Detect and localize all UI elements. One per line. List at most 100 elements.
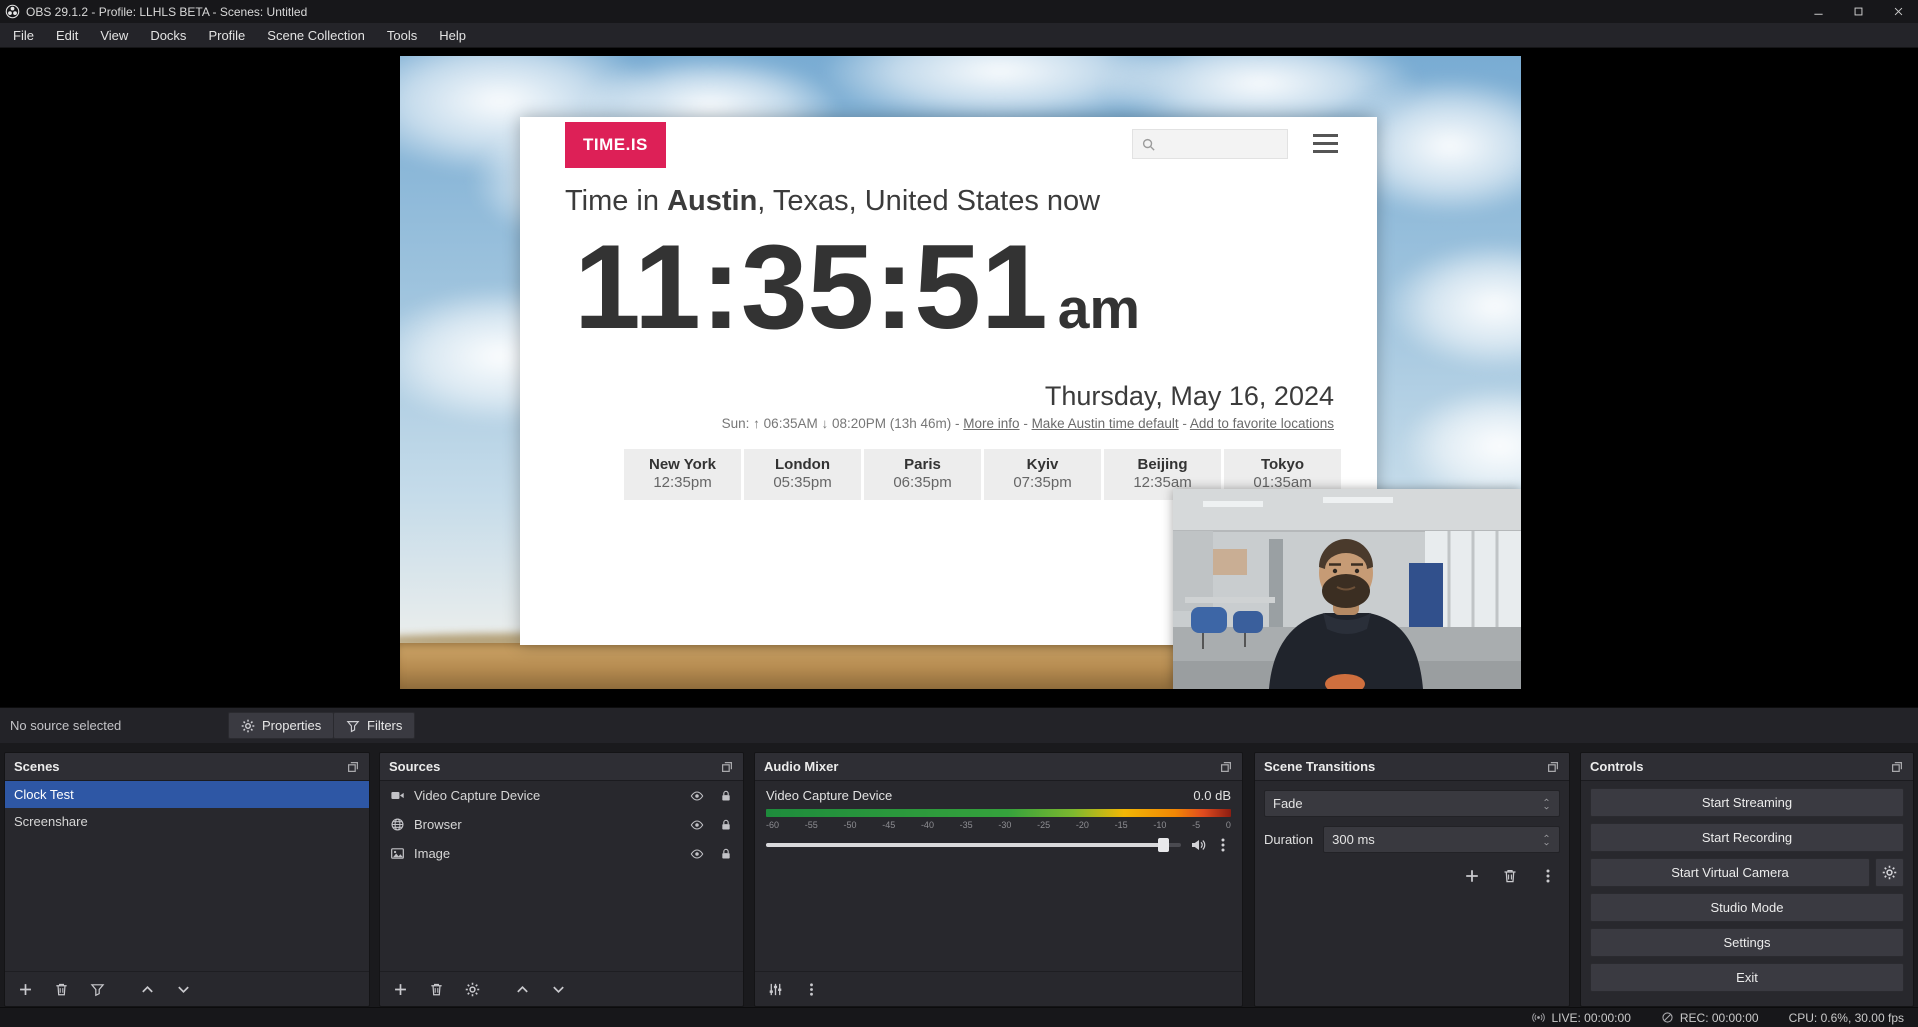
- sources-toolbar: [380, 971, 743, 1006]
- mixer-kebab-icon[interactable]: [1215, 837, 1231, 853]
- kebab-icon: [1540, 868, 1556, 884]
- popout-icon[interactable]: [1219, 760, 1233, 774]
- lock-icon[interactable]: [719, 847, 733, 861]
- window-controls: [1798, 0, 1918, 23]
- trash-icon: [429, 982, 444, 997]
- transition-select[interactable]: Fade: [1264, 790, 1560, 817]
- duration-spinbox[interactable]: 300 ms: [1323, 826, 1560, 853]
- popout-icon[interactable]: [720, 760, 734, 774]
- popout-icon[interactable]: [1546, 760, 1560, 774]
- advanced-audio-button[interactable]: [765, 979, 785, 999]
- webcam-overlay[interactable]: [1173, 489, 1521, 689]
- menu-docks[interactable]: Docks: [139, 23, 197, 47]
- trash-icon: [1502, 868, 1518, 884]
- source-properties-button[interactable]: [462, 979, 482, 999]
- maximize-icon: [1853, 6, 1864, 17]
- maximize-button[interactable]: [1838, 0, 1878, 23]
- remove-scene-button[interactable]: [51, 979, 71, 999]
- start-streaming-button[interactable]: Start Streaming: [1590, 788, 1904, 817]
- mixer-sliders-icon: [768, 982, 783, 997]
- eye-icon[interactable]: [690, 789, 704, 803]
- transitions-panel-header[interactable]: Scene Transitions: [1255, 753, 1569, 781]
- spin-up-button[interactable]: [1542, 833, 1551, 839]
- volume-slider[interactable]: [766, 843, 1181, 847]
- move-source-down-button[interactable]: [548, 979, 568, 999]
- plus-icon: [1464, 868, 1480, 884]
- move-source-up-button[interactable]: [512, 979, 532, 999]
- window-titlebar[interactable]: OBS 29.1.2 - Profile: LLHLS BETA - Scene…: [0, 0, 1918, 23]
- start-virtual-camera-button[interactable]: Start Virtual Camera: [1590, 858, 1870, 887]
- mixer-source-name: Video Capture Device: [766, 788, 892, 803]
- scenes-panel-header[interactable]: Scenes: [5, 753, 369, 781]
- menu-help[interactable]: Help: [428, 23, 477, 47]
- gear-icon: [241, 719, 255, 733]
- scenes-panel: Scenes Clock Test Screenshare: [4, 752, 370, 1007]
- popout-icon[interactable]: [1890, 760, 1904, 774]
- volume-slider-handle[interactable]: [1158, 838, 1169, 852]
- scenes-toolbar: [5, 971, 369, 1006]
- rec-status: REC: 00:00:00: [1661, 1011, 1759, 1025]
- studio-mode-button[interactable]: Studio Mode: [1590, 893, 1904, 922]
- mixer-channel: Video Capture Device 0.0 dB -60-55-50-45…: [755, 781, 1242, 860]
- menu-file[interactable]: File: [2, 23, 45, 47]
- speaker-icon[interactable]: [1190, 837, 1206, 853]
- spin-down-button[interactable]: [1542, 841, 1551, 847]
- chevron-down-icon: [176, 982, 191, 997]
- hamburger-menu-icon: [1313, 134, 1338, 153]
- volume-slider-fill: [766, 843, 1164, 847]
- source-item-image[interactable]: Image: [380, 839, 743, 868]
- minimize-icon: [1813, 6, 1824, 17]
- eye-icon[interactable]: [690, 847, 704, 861]
- source-item-browser[interactable]: Browser: [380, 810, 743, 839]
- remove-transition-button[interactable]: [1500, 866, 1520, 886]
- source-item-video-capture[interactable]: Video Capture Device: [380, 781, 743, 810]
- popout-icon[interactable]: [346, 760, 360, 774]
- window-title: OBS 29.1.2 - Profile: LLHLS BETA - Scene…: [26, 5, 307, 19]
- timeis-clock-time: 11:35:51: [574, 211, 1048, 365]
- menu-scene-collection[interactable]: Scene Collection: [256, 23, 376, 47]
- sources-list: Video Capture Device Browser Image: [380, 781, 743, 971]
- audio-mixer-title: Audio Mixer: [764, 759, 838, 774]
- sources-panel-header[interactable]: Sources: [380, 753, 743, 781]
- exit-button[interactable]: Exit: [1590, 963, 1904, 992]
- eye-icon[interactable]: [690, 818, 704, 832]
- virtual-camera-config-button[interactable]: [1875, 858, 1904, 887]
- timeis-add-favorite-link: Add to favorite locations: [1190, 416, 1334, 431]
- start-recording-button[interactable]: Start Recording: [1590, 823, 1904, 852]
- filters-button[interactable]: Filters: [333, 712, 415, 739]
- lock-icon[interactable]: [719, 818, 733, 832]
- move-scene-up-button[interactable]: [137, 979, 157, 999]
- close-button[interactable]: [1878, 0, 1918, 23]
- mixer-menu-button[interactable]: [801, 979, 821, 999]
- add-scene-button[interactable]: [15, 979, 35, 999]
- lock-icon[interactable]: [719, 789, 733, 803]
- globe-icon: [390, 817, 405, 832]
- menu-profile[interactable]: Profile: [197, 23, 256, 47]
- menu-edit[interactable]: Edit: [45, 23, 89, 47]
- record-inactive-icon: [1661, 1011, 1674, 1024]
- plus-icon: [18, 982, 33, 997]
- scene-item-clock-test[interactable]: Clock Test: [5, 781, 369, 808]
- scene-item-screenshare[interactable]: Screenshare: [5, 808, 369, 835]
- preview-area[interactable]: TIME.IS Time in Austin, Texas, United St…: [0, 48, 1918, 707]
- scene-filters-button[interactable]: [87, 979, 107, 999]
- minimize-button[interactable]: [1798, 0, 1838, 23]
- preview-canvas[interactable]: TIME.IS Time in Austin, Texas, United St…: [400, 56, 1521, 689]
- transitions-panel-title: Scene Transitions: [1264, 759, 1375, 774]
- add-transition-button[interactable]: [1462, 866, 1482, 886]
- chevron-down-icon: [551, 982, 566, 997]
- menu-tools[interactable]: Tools: [376, 23, 428, 47]
- volume-meter-scale: -60-55-50-45-40-35-30-25-20-15-10-50: [766, 820, 1231, 830]
- audio-mixer-header[interactable]: Audio Mixer: [755, 753, 1242, 781]
- add-source-button[interactable]: [390, 979, 410, 999]
- settings-button[interactable]: Settings: [1590, 928, 1904, 957]
- remove-source-button[interactable]: [426, 979, 446, 999]
- move-scene-down-button[interactable]: [173, 979, 193, 999]
- controls-panel-header[interactable]: Controls: [1581, 753, 1913, 781]
- menu-view[interactable]: View: [89, 23, 139, 47]
- properties-button[interactable]: Properties: [228, 712, 334, 739]
- sources-panel: Sources Video Capture Device Browser: [379, 752, 744, 1007]
- transition-menu-button[interactable]: [1538, 866, 1558, 886]
- selected-source-status: No source selected: [10, 718, 121, 733]
- controls-panel: Controls Start Streaming Start Recording…: [1580, 752, 1914, 1007]
